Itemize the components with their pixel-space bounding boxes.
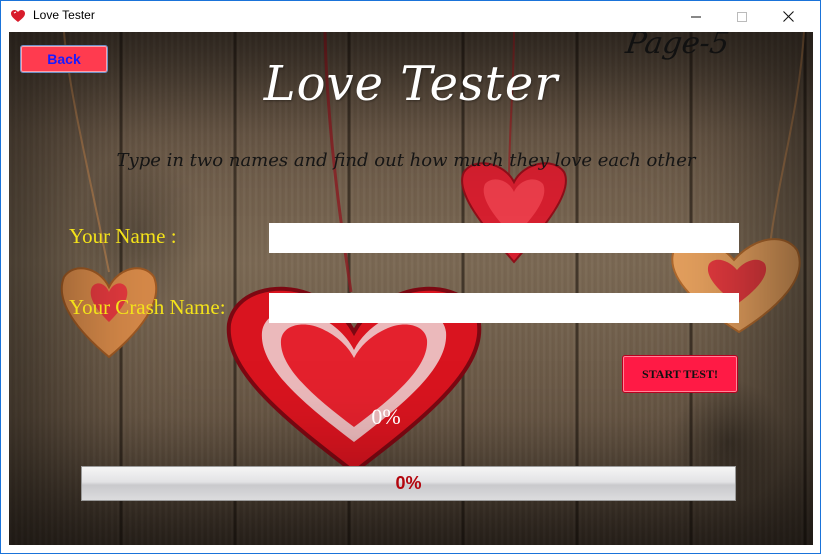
love-tester-panel: Back Page-5 Love Tester Type in two name… (9, 32, 813, 545)
close-icon (782, 11, 794, 22)
progress-text: 0% (395, 473, 422, 493)
maximize-button[interactable] (719, 1, 765, 32)
minimize-icon (691, 16, 701, 17)
love-percentage: 0% (371, 404, 401, 429)
app-title: Love Tester (263, 56, 559, 112)
close-button[interactable] (765, 1, 811, 32)
minimize-button[interactable] (673, 1, 719, 32)
start-test-button[interactable]: START TEST! (622, 355, 738, 393)
your-name-input[interactable] (269, 223, 739, 253)
title-bar[interactable]: Love Tester (1, 1, 820, 32)
app-window: Love Tester Back Page-5 Love Tester Type… (0, 0, 821, 554)
maximize-icon (737, 11, 747, 22)
crash-name-label: Your Crash Name: (69, 295, 226, 319)
window-title: Love Tester (33, 8, 95, 22)
subtitle: Type in two names and find out how much … (116, 150, 696, 171)
love-progress-bar: 0% (81, 466, 736, 501)
crash-name-input[interactable] (269, 293, 739, 323)
heart-icon (11, 10, 25, 22)
your-name-label: Your Name : (69, 224, 177, 248)
